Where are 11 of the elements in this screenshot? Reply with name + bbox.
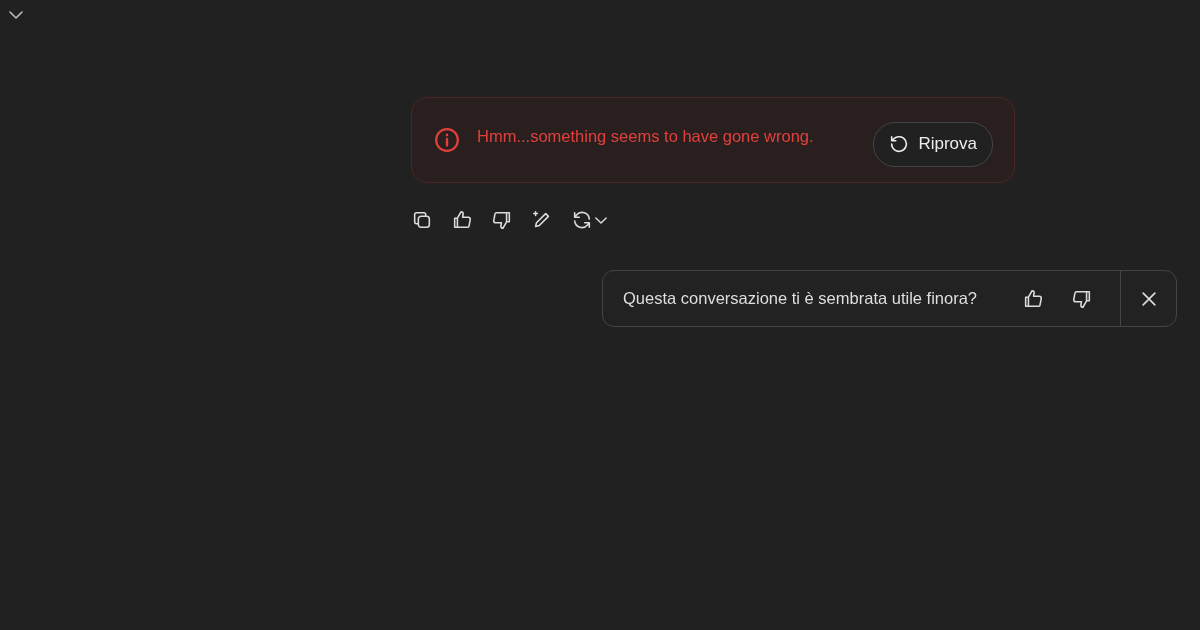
thumbs-down-button[interactable]: [491, 209, 513, 231]
error-message: Hmm...something seems to have gone wrong.: [477, 126, 815, 146]
chevron-down-icon: [595, 216, 607, 224]
refresh-button[interactable]: [571, 209, 607, 231]
thumbs-up-button[interactable]: [451, 209, 473, 231]
thumbs-up-button[interactable]: [1022, 287, 1044, 310]
copy-button[interactable]: [411, 209, 433, 231]
info-icon: [434, 127, 460, 153]
chevron-down-icon[interactable]: [9, 11, 23, 19]
retry-button[interactable]: Riprova: [873, 121, 993, 167]
feedback-question: Questa conversazione ti è sembrata utile finora?: [623, 289, 979, 308]
